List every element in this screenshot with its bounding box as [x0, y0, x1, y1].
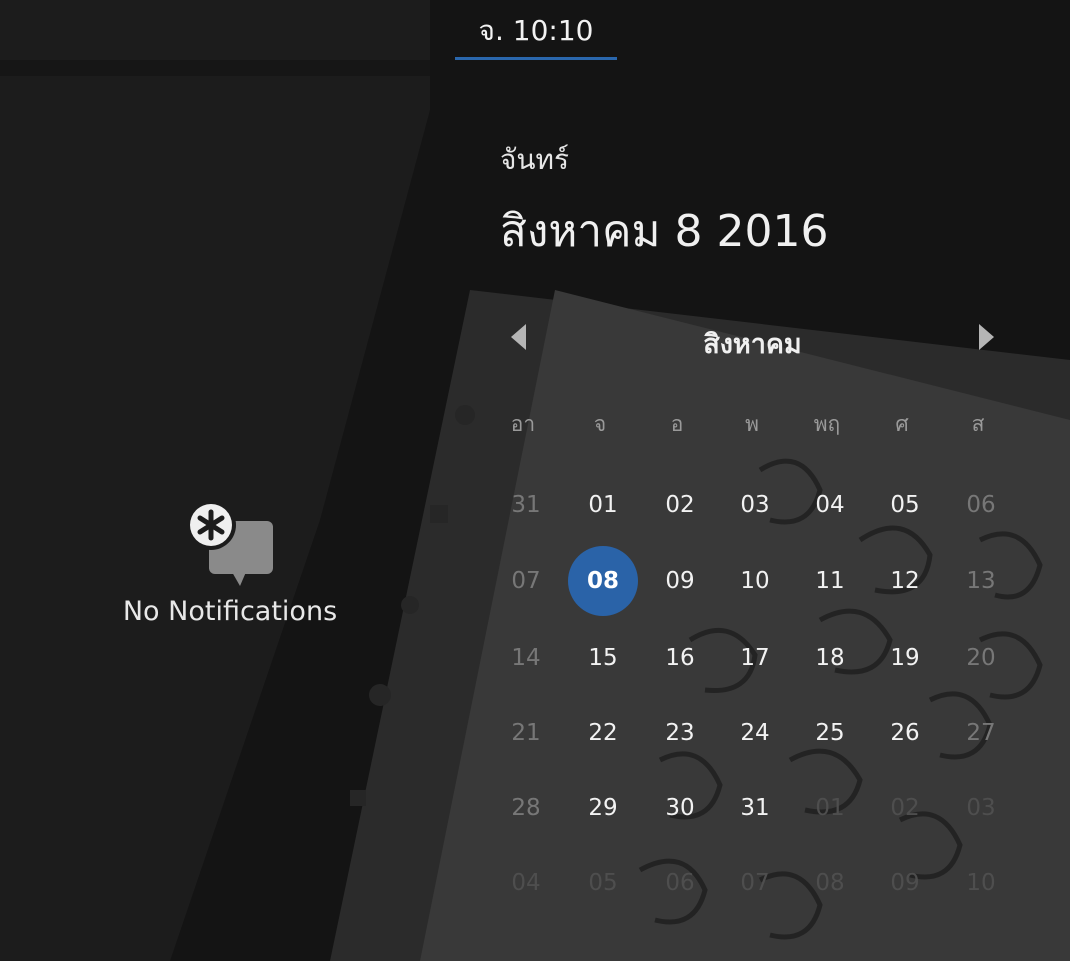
calendar-day[interactable]: 27 [946, 698, 1016, 768]
calendar-day[interactable]: 02 [645, 470, 715, 540]
calendar-day[interactable]: 03 [720, 470, 790, 540]
weekday-label: จ [593, 412, 607, 436]
calendar-day[interactable]: 25 [795, 698, 865, 768]
calendar-day[interactable]: 03 [946, 773, 1016, 843]
weekday-label: ส [971, 412, 985, 436]
calendar-day[interactable]: 31 [491, 470, 561, 540]
calendar-day[interactable]: 09 [645, 546, 715, 616]
triangle-right-icon [979, 324, 994, 350]
calendar-day[interactable]: 04 [795, 470, 865, 540]
weekday-row: อา จ อ พ พฤ ศ ส [488, 408, 1018, 444]
calendar-day[interactable]: 28 [491, 773, 561, 843]
calendar-day[interactable]: 21 [491, 698, 561, 768]
calendar-day[interactable]: 05 [870, 470, 940, 540]
calendar-header: สิงหาคม [500, 312, 1005, 362]
calendar-day[interactable]: 17 [720, 623, 790, 693]
calendar-day[interactable]: 30 [645, 773, 715, 843]
calendar-day[interactable]: 18 [795, 623, 865, 693]
calendar-day[interactable]: 13 [946, 546, 1016, 616]
calendar-day[interactable]: 10 [946, 848, 1016, 918]
calendar-grid: 31 01 02 03 04 05 06 07 08 09 10 11 12 13 14 15 16 17 18 19… [488, 465, 1018, 925]
top-panel: จ. 10:10 [0, 0, 1070, 62]
calendar-day[interactable]: 10 [720, 546, 790, 616]
calendar-day[interactable]: 29 [568, 773, 638, 843]
calendar-day[interactable]: 09 [870, 848, 940, 918]
calendar-day[interactable]: 06 [946, 470, 1016, 540]
month-label: สิงหาคม [703, 329, 802, 360]
clock-button[interactable]: จ. 10:10 [455, 0, 617, 60]
notification-bubble-asterisk-icon [180, 500, 280, 590]
calendar-day[interactable]: 31 [720, 773, 790, 843]
calendar-day[interactable]: 08 [795, 848, 865, 918]
calendar-day[interactable]: 20 [946, 623, 1016, 693]
calendar-day[interactable]: 04 [491, 848, 561, 918]
calendar-day[interactable]: 07 [720, 848, 790, 918]
calendar-day[interactable]: 22 [568, 698, 638, 768]
calendar-day[interactable]: 19 [870, 623, 940, 693]
weekday-label: อา [510, 412, 536, 436]
no-notifications-label: No Notifications [122, 596, 338, 627]
weekday-label: พฤ [813, 412, 841, 436]
calendar-day[interactable]: 16 [645, 623, 715, 693]
calendar-day-selected[interactable]: 08 [568, 546, 638, 616]
weekday-label: พ [745, 412, 759, 436]
calendar-day[interactable]: 01 [795, 773, 865, 843]
calendar-day[interactable]: 23 [645, 698, 715, 768]
weekday-label: ศ [895, 412, 909, 436]
calendar-day[interactable]: 26 [870, 698, 940, 768]
notifications-panel: No Notifications [110, 500, 350, 627]
calendar-day[interactable]: 24 [720, 698, 790, 768]
next-month-button[interactable] [975, 322, 997, 352]
full-date: สิงหาคม 8 2016 [500, 206, 829, 257]
weekday-label: อ [670, 412, 684, 436]
calendar-day[interactable]: 14 [491, 623, 561, 693]
calendar-day[interactable]: 01 [568, 470, 638, 540]
calendar-day[interactable]: 07 [491, 546, 561, 616]
calendar-day[interactable]: 11 [795, 546, 865, 616]
calendar-day[interactable]: 12 [870, 546, 940, 616]
day-name: จันทร์ [500, 143, 570, 176]
calendar-day[interactable]: 15 [568, 623, 638, 693]
calendar-day[interactable]: 06 [645, 848, 715, 918]
calendar-day[interactable]: 02 [870, 773, 940, 843]
calendar-day[interactable]: 05 [568, 848, 638, 918]
